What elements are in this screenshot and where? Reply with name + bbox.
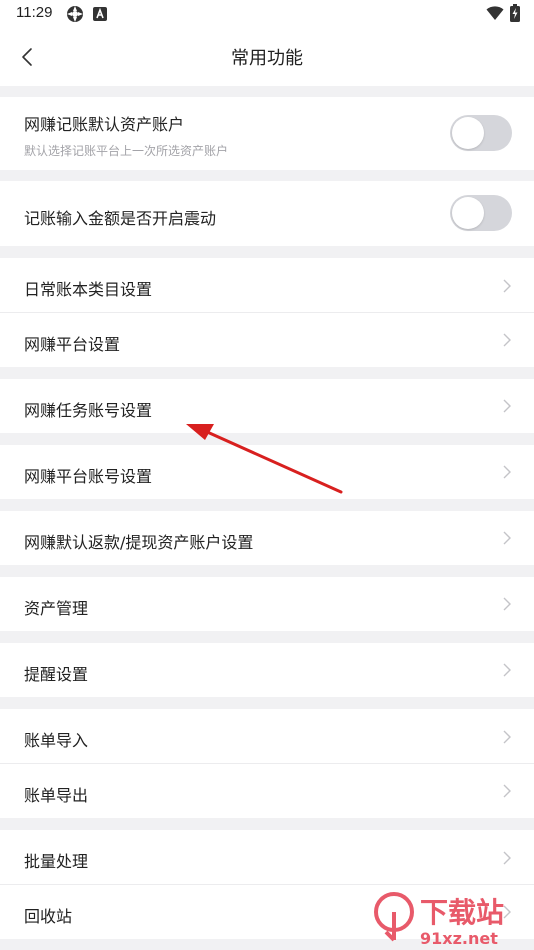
- menu-item-label: 网赚默认返款/提现资产账户设置: [24, 533, 254, 552]
- menu-item-label: 网赚平台账号设置: [24, 467, 153, 486]
- chevron-right-icon: [503, 663, 511, 677]
- menu-item-bill-export[interactable]: 账单导出: [0, 764, 534, 818]
- menu-item-daily-category[interactable]: 日常账本类目设置: [0, 258, 534, 313]
- menu-item-label: 回收站: [24, 907, 73, 926]
- menu-item-label: 网赚任务账号设置: [24, 401, 153, 420]
- menu-item-bill-import[interactable]: 账单导入: [0, 709, 534, 764]
- font-notification-icon: [93, 7, 107, 21]
- menu-item-label: 账单导入: [24, 731, 89, 750]
- toggle-row-vibration: 记账输入金额是否开启震动: [0, 181, 534, 246]
- nav-bar: 常用功能: [0, 28, 534, 86]
- watermark-text: 下载站: [420, 896, 504, 929]
- chevron-right-icon: [503, 597, 511, 611]
- toggle-knob: [452, 117, 484, 149]
- default-account-toggle[interactable]: [450, 115, 512, 151]
- toggle-row-title: 记账输入金额是否开启震动: [24, 209, 217, 228]
- menu-item-label: 资产管理: [24, 599, 89, 618]
- chevron-right-icon: [503, 784, 511, 798]
- chevron-right-icon: [503, 851, 511, 865]
- page-title: 常用功能: [231, 48, 303, 69]
- chevron-right-icon: [503, 279, 511, 293]
- menu-item-asset-management[interactable]: 资产管理: [0, 577, 534, 631]
- menu-item-refund-account[interactable]: 网赚默认返款/提现资产账户设置: [0, 511, 534, 565]
- menu-item-platform-settings[interactable]: 网赚平台设置: [0, 313, 534, 367]
- menu-item-platform-account[interactable]: 网赚平台账号设置: [0, 445, 534, 499]
- toggle-row-default-account: 网赚记账默认资产账户 默认选择记账平台上一次所选资产账户: [0, 97, 534, 170]
- battery-icon: [510, 4, 520, 22]
- menu-item-label: 账单导出: [24, 786, 89, 805]
- menu-item-label: 日常账本类目设置: [24, 280, 153, 299]
- toggle-row-subtitle: 默认选择记账平台上一次所选资产账户: [24, 144, 229, 158]
- toggle-row-title: 网赚记账默认资产账户: [24, 115, 185, 134]
- menu-item-task-account[interactable]: 网赚任务账号设置: [0, 379, 534, 433]
- chevron-right-icon: [503, 465, 511, 479]
- chevron-right-icon: [503, 333, 511, 347]
- wifi-icon: [486, 6, 504, 20]
- app-notification-icon: [67, 6, 83, 22]
- chevron-right-icon: [503, 531, 511, 545]
- menu-item-label: 网赚平台设置: [24, 335, 121, 354]
- vibration-toggle[interactable]: [450, 195, 512, 231]
- toggle-knob: [452, 197, 484, 229]
- watermark-logo: 下载站 91xz.net: [374, 892, 504, 948]
- chevron-right-icon: [503, 399, 511, 413]
- menu-item-batch[interactable]: 批量处理: [0, 830, 534, 885]
- menu-item-reminder[interactable]: 提醒设置: [0, 643, 534, 697]
- watermark-url: 91xz.net: [420, 929, 498, 948]
- chevron-right-icon: [503, 730, 511, 744]
- menu-item-label: 批量处理: [24, 852, 89, 871]
- menu-item-label: 提醒设置: [24, 665, 89, 684]
- status-bar: 11:29: [0, 0, 534, 28]
- status-time: 11:29: [16, 4, 53, 21]
